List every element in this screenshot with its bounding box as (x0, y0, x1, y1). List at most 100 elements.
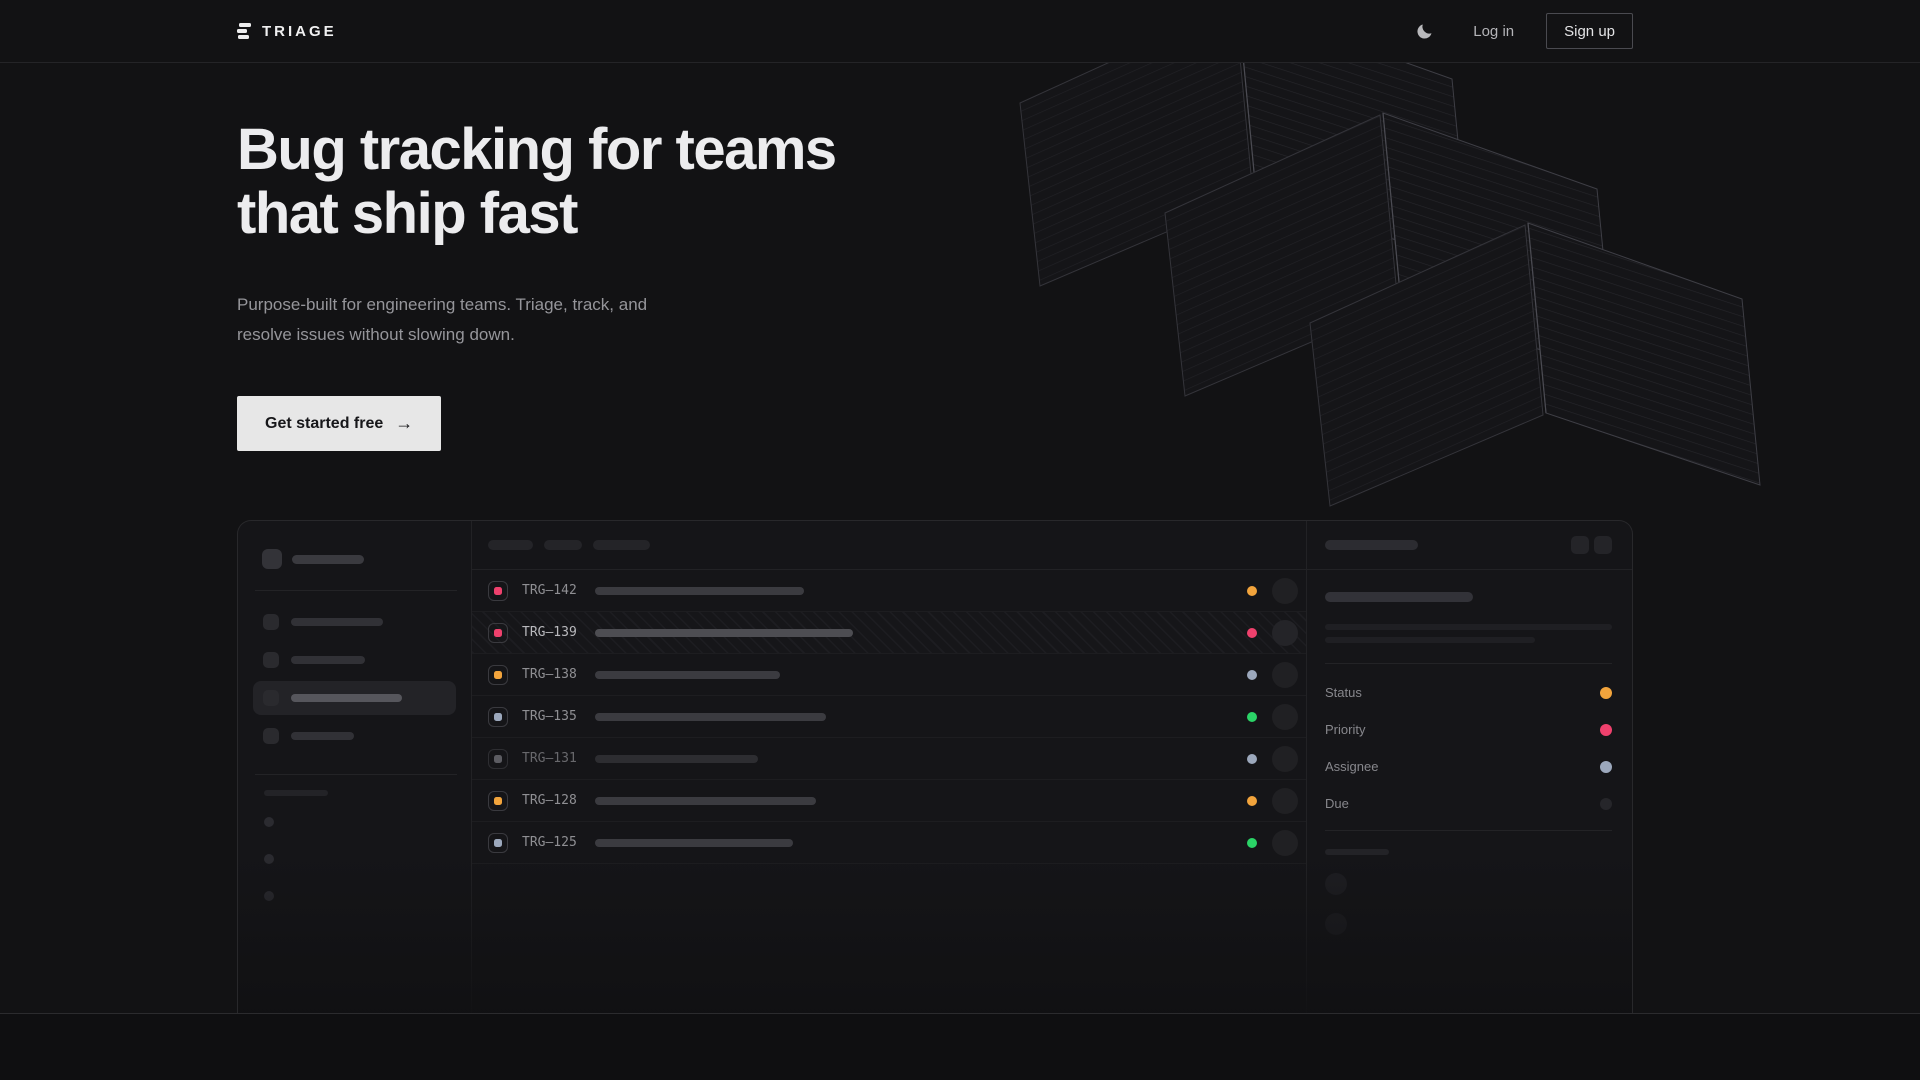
issue-list-panel: TRG–142 TRG–139 TRG–138 TRG–135 TRG–131 (471, 521, 1307, 1013)
issue-title-bar-placeholder (595, 671, 780, 679)
issue-row[interactable]: TRG–131 (472, 738, 1306, 780)
issue-title-bar-placeholder (595, 629, 853, 637)
theme-toggle-button[interactable] (1407, 14, 1441, 48)
field-label: Priority (1325, 722, 1365, 737)
get-started-label: Get started free (265, 415, 383, 433)
issue-id: TRG–131 (522, 751, 577, 766)
issue-title-bar-placeholder (595, 839, 793, 847)
nav-item-label-placeholder (291, 694, 402, 702)
issue-row[interactable]: TRG–135 (472, 696, 1306, 738)
issue-detail-panel: Status Priority Assignee Due (1307, 521, 1632, 1013)
issue-type-icon (488, 581, 508, 601)
nav-item-icon-placeholder (263, 614, 279, 630)
assignee-avatar (1272, 704, 1298, 730)
detail-field-row[interactable]: Assignee (1325, 748, 1612, 785)
issue-id: TRG–139 (522, 625, 577, 640)
get-started-button[interactable]: Get started free → (237, 396, 441, 451)
detail-field-row[interactable]: Priority (1325, 711, 1612, 748)
issue-type-icon (488, 707, 508, 727)
workspace-switcher[interactable] (262, 549, 471, 569)
issue-type-icon (488, 749, 508, 769)
issue-row[interactable]: TRG–138 (472, 654, 1306, 696)
issue-row[interactable]: TRG–125 (472, 822, 1306, 864)
sidebar-nav-item[interactable] (253, 605, 456, 639)
sidebar-divider (255, 774, 457, 775)
detail-field-row[interactable]: Status (1325, 674, 1612, 711)
status-dot (1247, 670, 1257, 680)
sidebar-nav-item-active[interactable] (253, 681, 456, 715)
moon-icon (1415, 22, 1434, 41)
assignee-avatar (1272, 620, 1298, 646)
brand: TRIAGE (237, 23, 337, 40)
sidebar-nav-item[interactable] (253, 643, 456, 677)
sidebar-dot-placeholder (264, 854, 274, 864)
issue-id: TRG–138 (522, 667, 577, 682)
issue-title-placeholder (1325, 592, 1473, 602)
issue-type-icon (488, 791, 508, 811)
status-dot (1247, 712, 1257, 722)
sidebar-dot-placeholder (264, 817, 274, 827)
sidebar-divider (255, 590, 457, 591)
issue-row[interactable]: TRG–142 (472, 570, 1306, 612)
hero-subtitle-line2: resolve issues without slowing down. (237, 320, 857, 350)
issue-list-header (472, 521, 1306, 570)
page-title: Bug tracking for teams that ship fast (237, 118, 857, 246)
field-value-dot (1600, 687, 1612, 699)
issue-row[interactable]: TRG–139 (472, 612, 1306, 654)
page-title-line2: that ship fast (237, 182, 857, 246)
comment-avatar-placeholder (1325, 913, 1347, 935)
footer (0, 1013, 1920, 1080)
nav-item-label-placeholder (291, 732, 354, 740)
field-label: Status (1325, 685, 1362, 700)
nav-item-label-placeholder (291, 618, 383, 626)
login-link[interactable]: Log in (1467, 15, 1520, 48)
status-dot (1247, 586, 1257, 596)
detail-divider (1325, 663, 1612, 664)
comment-avatar-placeholder (1325, 873, 1347, 895)
brand-name: TRIAGE (262, 23, 337, 40)
filter-pill-placeholder[interactable] (593, 540, 650, 550)
sidebar-nav-item[interactable] (253, 719, 456, 753)
filter-pill-placeholder[interactable] (488, 540, 533, 550)
sidebar-dot-placeholder (264, 891, 274, 901)
hero-subtitle: Purpose-built for engineering teams. Tri… (237, 290, 857, 350)
issue-id: TRG–125 (522, 835, 577, 850)
description-line-placeholder (1325, 637, 1535, 643)
issue-row[interactable]: TRG–128 (472, 780, 1306, 822)
issue-title-bar-placeholder (595, 713, 826, 721)
detail-title-placeholder (1325, 540, 1418, 550)
field-value-dot (1600, 761, 1612, 773)
detail-action-button[interactable] (1571, 536, 1589, 554)
page-title-line1: Bug tracking for teams (237, 118, 857, 182)
preview-sidebar (238, 521, 471, 1013)
triage-logo-icon (237, 23, 251, 39)
workspace-logo-placeholder (262, 549, 282, 569)
status-dot (1247, 628, 1257, 638)
issue-type-icon (488, 833, 508, 853)
description-line-placeholder (1325, 624, 1612, 630)
assignee-avatar (1272, 830, 1298, 856)
nav-item-icon-placeholder (263, 690, 279, 706)
issue-id: TRG–135 (522, 709, 577, 724)
field-value-dot (1600, 798, 1612, 810)
status-dot (1247, 838, 1257, 848)
detail-field-row[interactable]: Due (1325, 785, 1612, 822)
comments-label-placeholder (1325, 849, 1389, 855)
nav-item-icon-placeholder (263, 728, 279, 744)
wireframe-sheets-decoration (960, 63, 1800, 513)
issue-title-bar-placeholder (595, 587, 804, 595)
field-label: Due (1325, 796, 1349, 811)
issue-type-icon (488, 665, 508, 685)
signup-button[interactable]: Sign up (1546, 13, 1633, 49)
filter-pill-placeholder[interactable] (544, 540, 582, 550)
status-dot (1247, 796, 1257, 806)
field-label: Assignee (1325, 759, 1378, 774)
assignee-avatar (1272, 578, 1298, 604)
detail-fields: Status Priority Assignee Due (1325, 674, 1612, 822)
detail-action-button[interactable] (1594, 536, 1612, 554)
nav-item-icon-placeholder (263, 652, 279, 668)
assignee-avatar (1272, 788, 1298, 814)
section-label-placeholder (264, 790, 328, 796)
issue-title-bar-placeholder (595, 797, 816, 805)
workspace-name-placeholder (292, 555, 364, 564)
